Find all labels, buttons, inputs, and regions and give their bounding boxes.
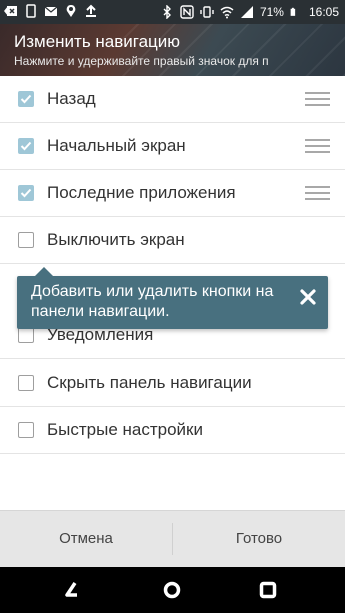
drag-handle-icon[interactable] — [305, 139, 330, 153]
location-icon — [66, 5, 76, 17]
checkmark-icon — [20, 94, 32, 104]
system-nav-bar — [0, 567, 345, 613]
checkbox-unchecked[interactable] — [18, 422, 34, 438]
tooltip-text: Добавить или удалить кнопки на панели на… — [31, 283, 274, 320]
cancel-button[interactable]: Отмена — [0, 511, 172, 567]
list-item-label: Назад — [47, 89, 96, 108]
checkbox-unchecked[interactable] — [18, 232, 34, 248]
checkbox-checked[interactable] — [18, 185, 34, 201]
list-item-label: Последние приложения — [47, 183, 236, 202]
list-item-label: Скрыть панель навигации — [47, 373, 252, 392]
checkmark-icon — [20, 188, 32, 198]
clock: 16:05 — [308, 5, 339, 19]
signal-icon — [240, 6, 253, 18]
list-item-back[interactable]: Назад — [0, 76, 345, 123]
done-button[interactable]: Готово — [173, 511, 345, 567]
list-item-label: Начальный экран — [47, 136, 186, 155]
checkbox-checked[interactable] — [18, 138, 34, 154]
back-arrow-icon — [4, 6, 17, 16]
battery-icon — [290, 7, 296, 16]
drag-handle-icon[interactable] — [305, 92, 330, 106]
wifi-icon — [220, 6, 234, 19]
action-bar: Отмена Готово — [0, 510, 345, 567]
status-bar-right: 71% 16:05 — [160, 4, 339, 20]
page-title: Изменить навигацию — [14, 32, 181, 51]
back-nav-icon[interactable] — [62, 580, 82, 600]
upload-icon — [86, 4, 96, 17]
checkbox-checked[interactable] — [18, 91, 34, 107]
drag-handle-icon[interactable] — [305, 186, 330, 200]
nfc-icon — [180, 5, 194, 19]
checkmark-icon — [20, 141, 32, 151]
list-item-quick-settings[interactable]: Быстрые настройки — [0, 407, 345, 454]
phone-icon — [26, 4, 36, 18]
mail-icon — [44, 6, 58, 16]
header: Изменить навигацию Нажмите и удерживайте… — [0, 24, 345, 76]
close-icon[interactable] — [298, 287, 318, 307]
checkbox-unchecked[interactable] — [18, 375, 34, 391]
home-nav-icon[interactable] — [162, 580, 182, 600]
list-item-hide-nav-bar[interactable]: Скрыть панель навигации — [0, 360, 345, 407]
hint-tooltip: Добавить или удалить кнопки на панели на… — [17, 267, 328, 329]
page-subtitle: Нажмите и удерживайте правый значок для … — [14, 54, 269, 68]
list-item-home[interactable]: Начальный экран — [0, 123, 345, 170]
tooltip-arrow — [34, 267, 54, 277]
checkbox-unchecked[interactable] — [18, 327, 34, 343]
list-item-label: Быстрые настройки — [47, 420, 203, 439]
status-bar: 71% 16:05 — [0, 0, 345, 24]
vibrate-icon — [200, 6, 214, 18]
list-item-label: Выключить экран — [47, 230, 185, 249]
battery-percent: 71% — [259, 5, 284, 19]
list-item-screen-off[interactable]: Выключить экран — [0, 217, 345, 264]
list-item-recent-apps[interactable]: Последние приложения — [0, 170, 345, 217]
bluetooth-icon — [163, 5, 171, 19]
recent-apps-nav-icon[interactable] — [258, 580, 278, 600]
status-bar-left — [4, 4, 98, 18]
